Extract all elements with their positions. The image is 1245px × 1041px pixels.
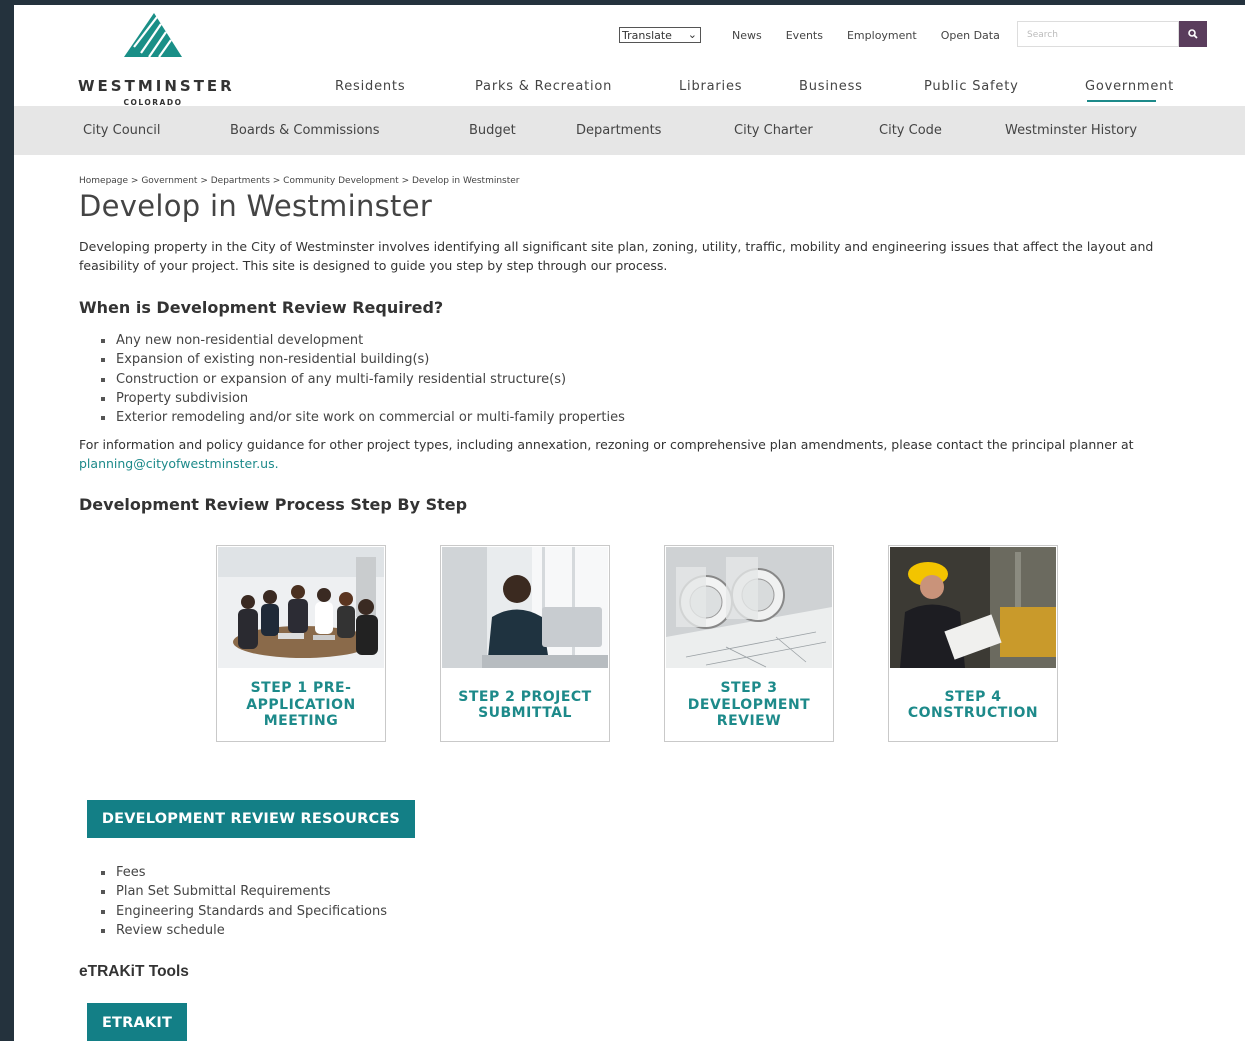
step-cards: STEP 1 PRE-APPLICATION MEETING STEP 2 PR… xyxy=(216,545,1061,743)
subnav-city-charter[interactable]: City Charter xyxy=(734,123,813,138)
resource-link-review-schedule[interactable]: Review schedule xyxy=(100,921,387,940)
submittal-image xyxy=(442,547,608,668)
nav-libraries[interactable]: Libraries xyxy=(679,79,742,94)
search-input[interactable]: Search xyxy=(1017,21,1179,47)
step-3-card[interactable]: STEP 3 DEVELOPMENT REVIEW xyxy=(664,545,834,742)
step-2-card[interactable]: STEP 2 PROJECT SUBMITTAL xyxy=(440,545,610,742)
list-item: Any new non-residential development xyxy=(100,331,625,350)
util-link-open-data[interactable]: Open Data xyxy=(941,29,1000,42)
info-body: For information and policy guidance for … xyxy=(79,437,1134,452)
resource-link-fees[interactable]: Fees xyxy=(100,863,387,882)
util-link-news[interactable]: News xyxy=(732,29,762,42)
page: WESTMINSTER COLORADO Translate ⌄ News Ev… xyxy=(14,5,1245,1041)
step-3-label: STEP 3 DEVELOPMENT REVIEW xyxy=(687,680,811,730)
search-icon xyxy=(1188,29,1198,39)
subnav-city-council[interactable]: City Council xyxy=(83,123,161,138)
step-4-label: STEP 4 CONSTRUCTION xyxy=(907,688,1039,722)
planning-email-link[interactable]: planning@cityofwestminster.us. xyxy=(79,456,279,471)
util-link-employment[interactable]: Employment xyxy=(847,29,917,42)
subnav-boards-commissions[interactable]: Boards & Commissions xyxy=(230,123,379,138)
breadcrumb-government[interactable]: Government xyxy=(141,176,197,186)
nav-government[interactable]: Government xyxy=(1085,79,1174,102)
search-button[interactable] xyxy=(1179,21,1207,47)
blueprints-image xyxy=(666,547,832,668)
resources-list: Fees Plan Set Submittal Requirements Eng… xyxy=(100,863,387,940)
list-item: Property subdivision xyxy=(100,389,625,408)
breadcrumb-departments[interactable]: Departments xyxy=(211,176,270,186)
utility-bar: Translate ⌄ News Events Employment Open … xyxy=(619,27,1000,43)
meeting-image xyxy=(218,547,384,668)
util-link-events[interactable]: Events xyxy=(786,29,823,42)
construction-image xyxy=(890,547,1056,668)
etrakit-tools-heading: eTRAKiT Tools xyxy=(79,963,189,980)
breadcrumb-current: Develop in Westminster xyxy=(411,176,520,186)
step-1-card[interactable]: STEP 1 PRE-APPLICATION MEETING xyxy=(216,545,386,742)
chevron-down-icon: ⌄ xyxy=(687,28,697,41)
step-1-label: STEP 1 PRE-APPLICATION MEETING xyxy=(246,680,356,730)
list-item: Expansion of existing non-residential bu… xyxy=(100,350,625,369)
translate-select[interactable]: Translate ⌄ xyxy=(619,27,701,43)
breadcrumb-community-development[interactable]: Community Development xyxy=(283,176,399,186)
etrakit-button[interactable]: ETRAKIT xyxy=(87,1003,187,1041)
intro-text: Developing property in the City of Westm… xyxy=(79,239,1154,273)
step-2-label: STEP 2 PROJECT SUBMITTAL xyxy=(458,688,592,722)
step-4-card[interactable]: STEP 4 CONSTRUCTION xyxy=(888,545,1058,742)
subnav-westminster-history[interactable]: Westminster History xyxy=(1005,123,1137,138)
process-heading: Development Review Process Step By Step xyxy=(79,495,468,514)
development-review-resources-button[interactable]: DEVELOPMENT REVIEW RESOURCES xyxy=(87,800,415,838)
subnav-city-code[interactable]: City Code xyxy=(879,123,942,138)
main-nav: Residents Parks & Recreation Libraries B… xyxy=(14,79,1245,102)
nav-parks-recreation[interactable]: Parks & Recreation xyxy=(475,79,612,94)
review-list: Any new non-residential development Expa… xyxy=(100,331,625,427)
subnav-budget[interactable]: Budget xyxy=(469,123,516,138)
list-item: Construction or expansion of any multi-f… xyxy=(100,370,625,389)
breadcrumb-homepage[interactable]: Homepage xyxy=(79,176,128,186)
logo-mark-icon xyxy=(124,13,182,58)
nav-business[interactable]: Business xyxy=(799,79,863,94)
info-text: For information and policy guidance for … xyxy=(79,435,1189,473)
list-item: Exterior remodeling and/or site work on … xyxy=(100,408,625,427)
subnav-departments[interactable]: Departments xyxy=(576,123,661,138)
resource-link-engineering-standards[interactable]: Engineering Standards and Specifications xyxy=(100,902,387,921)
page-title: Develop in Westminster xyxy=(79,189,433,223)
breadcrumb: Homepage > Government > Departments > Co… xyxy=(79,176,520,186)
review-heading: When is Development Review Required? xyxy=(79,298,444,317)
resource-link-plan-set[interactable]: Plan Set Submittal Requirements xyxy=(100,882,387,901)
nav-residents[interactable]: Residents xyxy=(335,79,405,94)
nav-public-safety[interactable]: Public Safety xyxy=(924,79,1019,94)
sub-nav: City Council Boards & Commissions Budget… xyxy=(14,106,1245,155)
translate-label: Translate xyxy=(622,28,672,42)
